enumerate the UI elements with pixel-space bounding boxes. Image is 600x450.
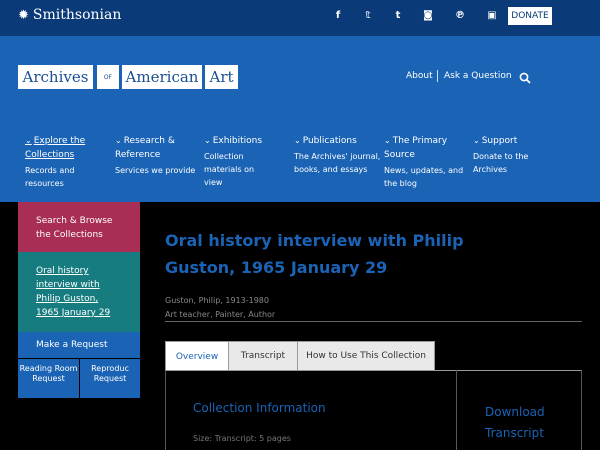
- nav-primary-source-title: The Primary Source: [384, 136, 448, 160]
- donate-button[interactable]: DONATE: [508, 7, 552, 25]
- nav-primary-source[interactable]: ⌄ The Primary Source News, updates, and t…: [384, 134, 472, 190]
- about-link[interactable]: About: [406, 71, 433, 81]
- reading-room-request-button[interactable]: Reading Room Request: [18, 359, 79, 398]
- facebook-icon[interactable]: f: [331, 10, 345, 21]
- pinterest-icon[interactable]: ℗: [453, 10, 467, 21]
- smithsonian-brand: Smithsonian: [32, 7, 122, 23]
- logo-of[interactable]: OF: [97, 65, 119, 89]
- tab-transcript[interactable]: Transcript: [228, 341, 298, 371]
- nav-exhibitions-title: Exhibitions: [212, 136, 263, 146]
- smithsonian-logo[interactable]: ✹ Smithsonian: [18, 7, 121, 23]
- nav-primary-source-desc: News, updates, and the blog: [384, 166, 464, 188]
- nav-explore-desc: Records and resources: [25, 166, 75, 188]
- nav-research[interactable]: ⌄ Research & Reference Services we provid…: [115, 134, 203, 177]
- nav-exhibitions[interactable]: ⌄ Exhibitions Collection materials on vie…: [204, 134, 292, 189]
- nav-publications[interactable]: ⌄ Publications The Archives' journal, boo…: [294, 134, 382, 176]
- nav-explore[interactable]: ⌄ Explore the Collections Records and res…: [25, 134, 113, 190]
- download-transcript-link[interactable]: Download Transcript: [485, 402, 565, 444]
- collection-size: Size: Transcript: 5 pages: [193, 434, 291, 443]
- chevron-down-icon: ⌄: [473, 136, 480, 145]
- nav-research-desc: Services we provide: [115, 166, 196, 175]
- twitter-icon[interactable]: 𝕥: [361, 10, 375, 21]
- nav-support-title: Support: [481, 136, 518, 146]
- tab-how-to-use[interactable]: How to Use This Collection: [297, 341, 435, 371]
- chevron-down-icon: ⌄: [204, 136, 211, 145]
- page-root: ✹ Smithsonian f 𝕥 t ◙ ℗ ▣ DONATE Archive…: [0, 0, 600, 450]
- sidebar-current-item[interactable]: Oral history interview with Philip Gusto…: [18, 252, 140, 332]
- youtube-icon[interactable]: ▣: [485, 10, 499, 21]
- chevron-down-icon: ⌄: [115, 136, 122, 145]
- tab-overview[interactable]: Overview: [165, 341, 229, 371]
- collection-information-heading: Collection Information: [193, 401, 326, 415]
- nav-research-title: Research & Reference: [115, 136, 175, 160]
- logo-archives[interactable]: Archives: [18, 65, 93, 89]
- creator-info: Guston, Philip, 1913-1980 Art teacher, P…: [165, 294, 275, 322]
- sun-icon: ✹: [18, 7, 29, 23]
- logo-art[interactable]: Art: [205, 65, 238, 89]
- nav-support-desc: Donate to the Archives: [473, 152, 529, 174]
- chevron-down-icon: ⌄: [294, 136, 301, 145]
- ask-question-link[interactable]: Ask a Question: [444, 71, 512, 81]
- utility-divider: [437, 70, 438, 82]
- chevron-down-icon: ⌄: [25, 136, 32, 145]
- sidebar-search-browse[interactable]: Search & Browse the Collections: [18, 202, 140, 252]
- chevron-down-icon: ⌄: [384, 136, 391, 145]
- nav-exhibitions-desc: Collection materials on view: [204, 152, 255, 187]
- creator-name: Guston, Philip, 1913-1980: [165, 296, 269, 305]
- page-title: Oral history interview with Philip Gusto…: [165, 231, 464, 277]
- search-icon[interactable]: [519, 72, 531, 84]
- nav-publications-desc: The Archives' journal, books, and essays: [294, 152, 381, 174]
- nav-publications-title: Publications: [302, 136, 357, 146]
- instagram-icon[interactable]: ◙: [421, 10, 435, 21]
- nav-support[interactable]: ⌄ Support Donate to the Archives: [473, 134, 561, 176]
- title-divider: [165, 321, 582, 322]
- logo-american[interactable]: American: [122, 65, 202, 89]
- nav-explore-title: Explore the Collections: [25, 136, 86, 160]
- reproduction-request-button[interactable]: Reproduc Request: [80, 359, 140, 398]
- creator-roles: Art teacher, Painter, Author: [165, 310, 276, 319]
- panel-divider: [456, 370, 457, 450]
- tumblr-icon[interactable]: t: [391, 10, 405, 21]
- sidebar-make-request[interactable]: Make a Request: [18, 332, 140, 358]
- smithsonian-topbar: ✹ Smithsonian f 𝕥 t ◙ ℗ ▣ DONATE: [0, 0, 600, 36]
